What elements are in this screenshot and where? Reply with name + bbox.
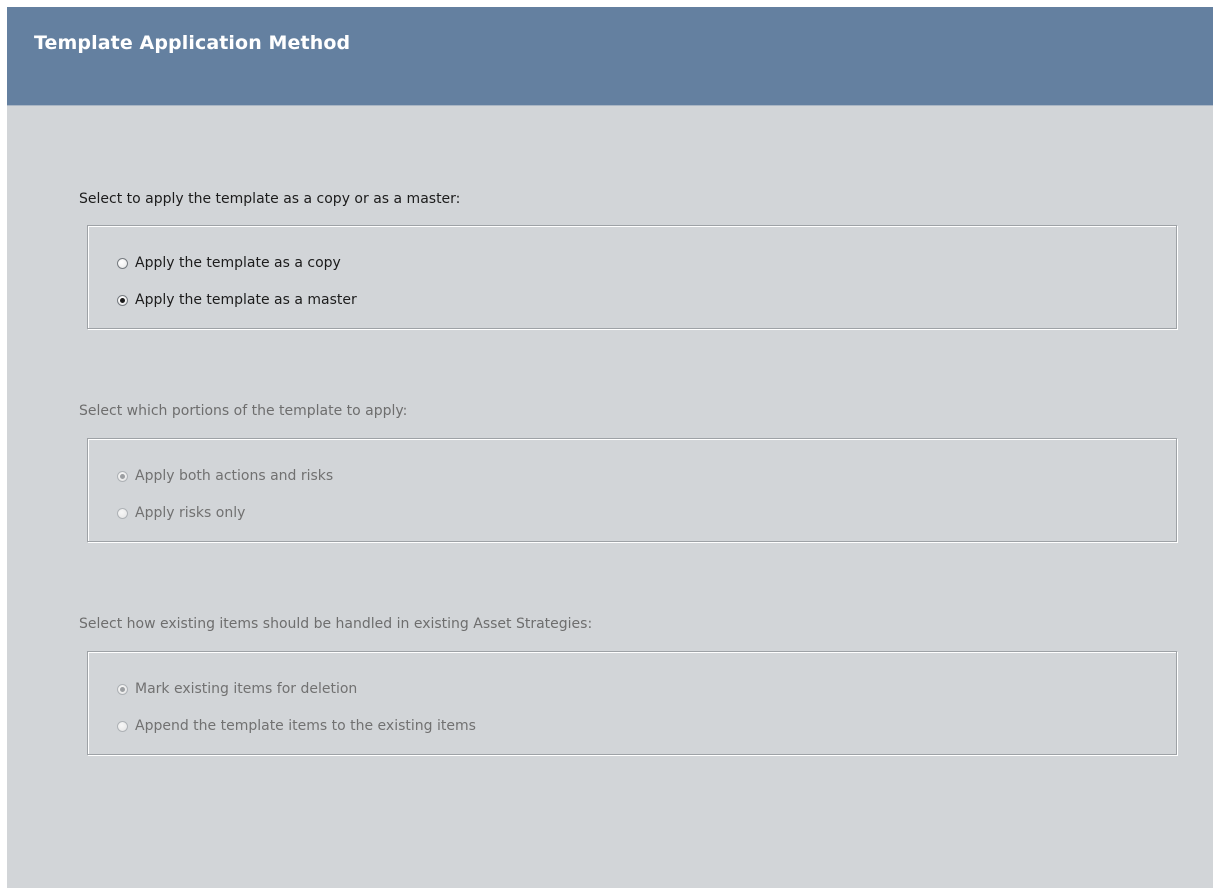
page-title: Template Application Method xyxy=(34,32,351,54)
copy-or-master-group: Apply the template as a copy Apply the t… xyxy=(87,225,1177,329)
existing-items-label: Select how existing items should be hand… xyxy=(79,616,593,632)
radio-button-checked[interactable] xyxy=(117,294,128,306)
radio-button-unchecked[interactable] xyxy=(117,507,128,519)
panel-header: Template Application Method xyxy=(7,7,1213,106)
option-label: Apply both actions and risks xyxy=(135,468,334,484)
append-template-items-option[interactable]: Append the template items to the existin… xyxy=(117,716,476,736)
portions-label: Select which portions of the template to… xyxy=(79,403,408,419)
option-label: Apply risks only xyxy=(135,505,246,521)
apply-risks-only-option[interactable]: Apply risks only xyxy=(117,503,245,523)
apply-actions-and-risks-option[interactable]: Apply both actions and risks xyxy=(117,466,333,486)
option-label: Append the template items to the existin… xyxy=(135,718,476,734)
portions-group: Apply both actions and risks Apply risks… xyxy=(87,438,1177,542)
radio-button-unchecked[interactable] xyxy=(117,720,128,732)
option-label: Apply the template as a master xyxy=(135,292,357,308)
radio-button-checked[interactable] xyxy=(117,683,128,695)
option-label: Apply the template as a copy xyxy=(135,255,341,271)
apply-as-master-option[interactable]: Apply the template as a master xyxy=(117,290,357,310)
option-label: Mark existing items for deletion xyxy=(135,681,358,697)
mark-for-deletion-option[interactable]: Mark existing items for deletion xyxy=(117,679,357,699)
radio-button-unchecked[interactable] xyxy=(117,257,128,269)
apply-as-copy-option[interactable]: Apply the template as a copy xyxy=(117,253,341,273)
existing-items-group: Mark existing items for deletion Append … xyxy=(87,651,1177,755)
radio-button-checked[interactable] xyxy=(117,470,128,482)
copy-or-master-label: Select to apply the template as a copy o… xyxy=(79,191,461,207)
wizard-panel: Template Application Method Select to ap… xyxy=(7,7,1213,888)
